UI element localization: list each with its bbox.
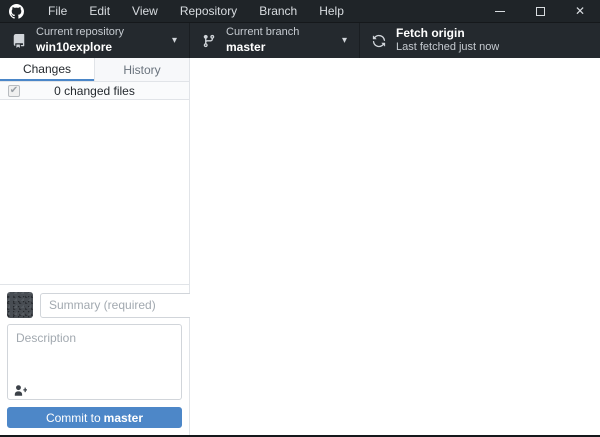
changed-files-checkbox[interactable]: ✔ bbox=[8, 85, 20, 97]
sidebar-tabs: Changes History bbox=[0, 58, 189, 82]
current-repository-value: win10explore bbox=[36, 40, 124, 55]
commit-to-master-button[interactable]: Commit to master bbox=[7, 407, 182, 428]
sync-icon bbox=[371, 33, 387, 49]
current-repository-text: Current repository win10explore bbox=[36, 26, 124, 55]
changes-list-empty-area bbox=[0, 100, 189, 284]
menu-branch[interactable]: Branch bbox=[248, 0, 308, 22]
github-logo-icon bbox=[9, 4, 24, 19]
current-branch-button[interactable]: Current branch master ▾ bbox=[190, 23, 360, 58]
current-repository-button[interactable]: Current repository win10explore ▾ bbox=[0, 23, 190, 58]
current-branch-label: Current branch bbox=[226, 26, 299, 40]
tab-changes[interactable]: Changes bbox=[0, 58, 94, 81]
minimize-icon[interactable] bbox=[480, 0, 520, 22]
fetch-origin-label: Fetch origin bbox=[396, 26, 499, 41]
menu-file[interactable]: File bbox=[37, 0, 78, 22]
commit-summary-input[interactable] bbox=[40, 293, 213, 318]
maximize-icon[interactable] bbox=[520, 0, 560, 22]
tab-history[interactable]: History bbox=[94, 58, 189, 81]
window-controls: ✕ bbox=[480, 0, 600, 22]
github-desktop-window: File Edit View Repository Branch Help ✕ … bbox=[0, 0, 600, 437]
changes-sidebar: Changes History ✔ 0 changed files bbox=[0, 58, 190, 435]
menu-repository[interactable]: Repository bbox=[169, 0, 248, 22]
fetch-origin-text: Fetch origin Last fetched just now bbox=[396, 26, 499, 55]
current-branch-value: master bbox=[226, 40, 299, 55]
window-body: Changes History ✔ 0 changed files bbox=[0, 58, 600, 435]
current-branch-text: Current branch master bbox=[226, 26, 299, 55]
main-content-empty bbox=[190, 58, 600, 435]
add-coauthor-icon[interactable] bbox=[14, 385, 27, 396]
repo-icon bbox=[11, 33, 27, 49]
title-bar: File Edit View Repository Branch Help ✕ bbox=[0, 0, 600, 22]
close-icon[interactable]: ✕ bbox=[560, 0, 600, 22]
commit-button-branch: master bbox=[104, 411, 143, 425]
user-avatar bbox=[7, 292, 33, 318]
toolbar: Current repository win10explore ▾ Curren… bbox=[0, 22, 600, 58]
fetch-origin-sublabel: Last fetched just now bbox=[396, 41, 499, 55]
commit-form: Commit to master bbox=[0, 284, 189, 435]
commit-button-prefix: Commit to bbox=[46, 411, 101, 425]
current-repository-label: Current repository bbox=[36, 26, 124, 40]
changed-files-label: 0 changed files bbox=[54, 84, 135, 98]
menu-edit[interactable]: Edit bbox=[78, 0, 121, 22]
menu-bar: File Edit View Repository Branch Help bbox=[37, 0, 355, 22]
chevron-down-icon: ▾ bbox=[172, 35, 177, 46]
chevron-down-icon: ▾ bbox=[342, 35, 347, 46]
fetch-origin-button[interactable]: Fetch origin Last fetched just now bbox=[360, 23, 600, 58]
commit-description-input[interactable] bbox=[8, 325, 181, 381]
menu-help[interactable]: Help bbox=[308, 0, 355, 22]
git-branch-icon bbox=[201, 33, 217, 49]
commit-description-box bbox=[7, 324, 182, 400]
menu-view[interactable]: View bbox=[121, 0, 169, 22]
changed-files-row: ✔ 0 changed files bbox=[0, 82, 189, 100]
